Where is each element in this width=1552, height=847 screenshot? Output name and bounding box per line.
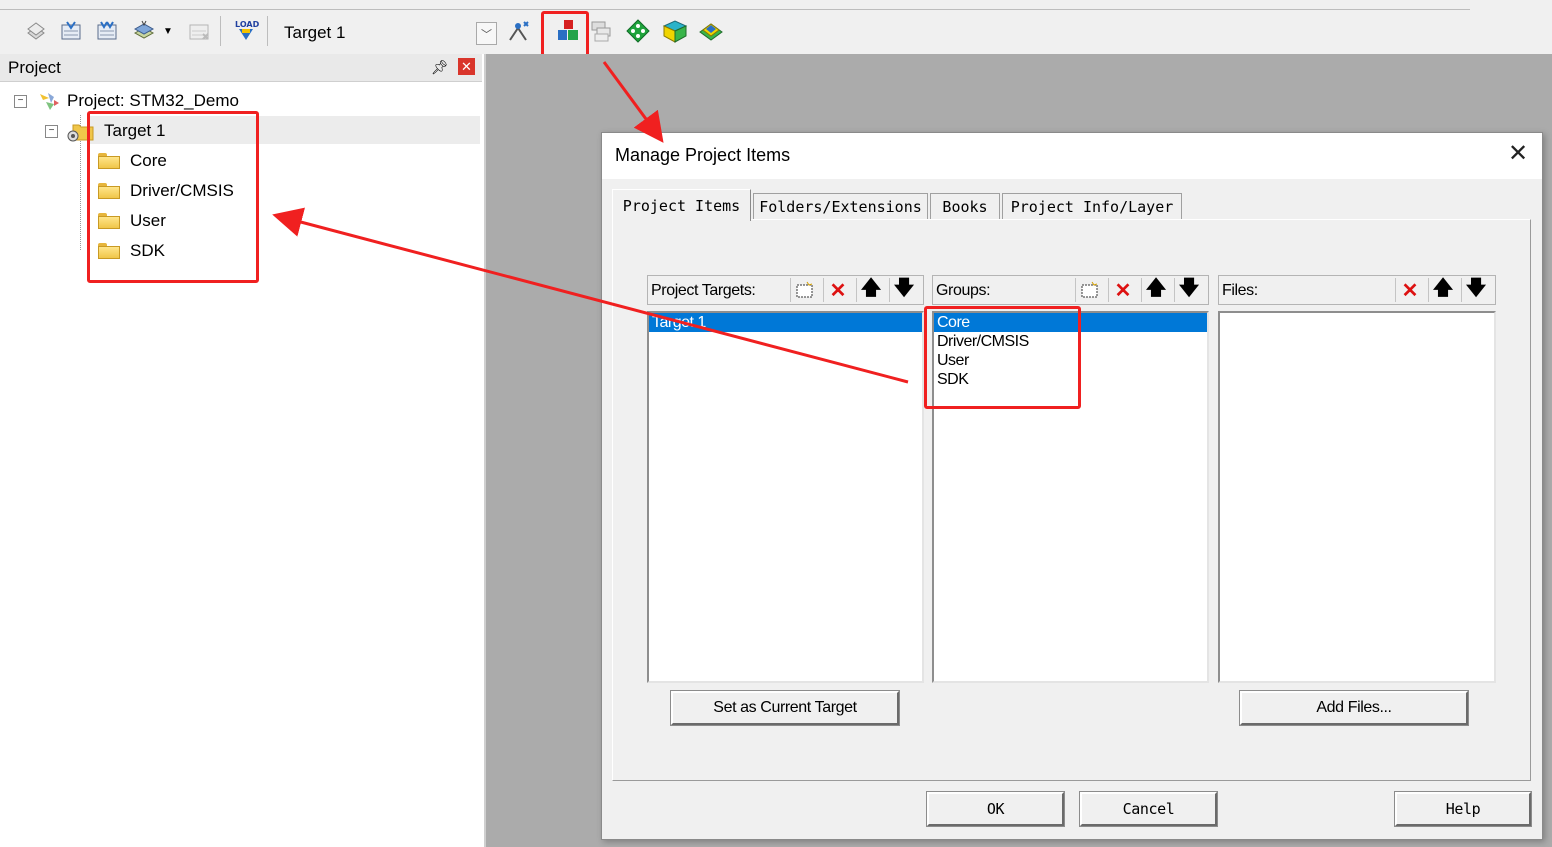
- annotation-arrows: [272, 61, 909, 384]
- annotation-arrow-to-tree: [272, 207, 909, 384]
- annotation-arrow-to-dialog: [602, 61, 664, 143]
- tab-project-items[interactable]: Project Items: [612, 189, 751, 221]
